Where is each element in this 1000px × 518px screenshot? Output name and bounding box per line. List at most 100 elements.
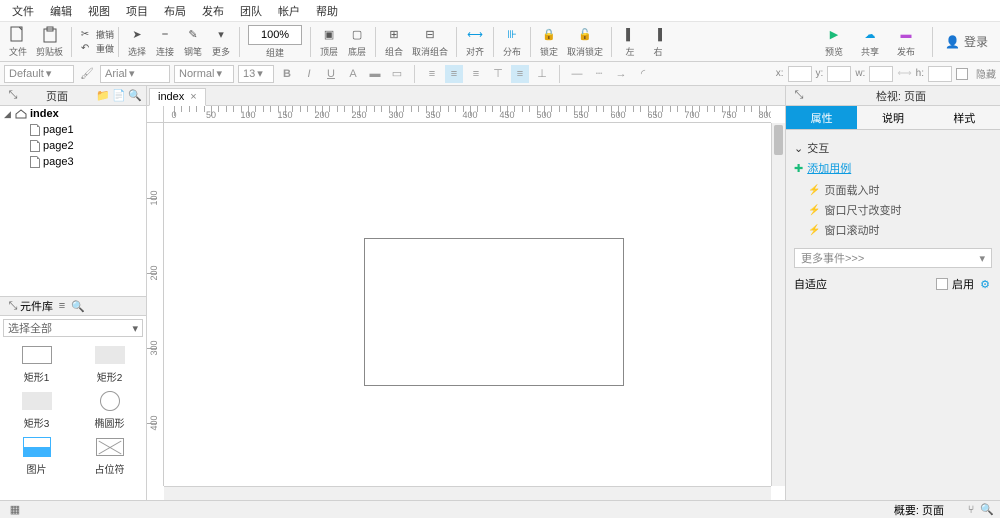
add-page-icon[interactable]: 📄 bbox=[112, 89, 126, 103]
tb-select[interactable]: ➤选择 bbox=[123, 26, 151, 58]
add-folder-icon[interactable]: 📁 bbox=[96, 89, 110, 103]
lib-image[interactable]: 图片 bbox=[0, 436, 73, 476]
filter-icon[interactable]: ⑂ bbox=[964, 503, 978, 517]
paintformat-icon[interactable]: 🖌 bbox=[78, 65, 96, 83]
tab-notes[interactable]: 说明 bbox=[857, 106, 928, 130]
tb-pen[interactable]: ✎钢笔 bbox=[179, 26, 207, 58]
cut-icon[interactable]: ✂ bbox=[76, 28, 94, 42]
tb-lock[interactable]: 🔒锁定 bbox=[535, 26, 563, 58]
tb-file[interactable]: 文件 bbox=[4, 26, 32, 58]
tb-preview[interactable]: ▶预览 bbox=[820, 26, 848, 58]
tb-more[interactable]: ▾更多 bbox=[207, 26, 235, 58]
valign-top-btn[interactable]: ⊤ bbox=[489, 65, 507, 83]
bold-button[interactable]: B bbox=[278, 65, 296, 83]
menu-icon[interactable]: ≡ bbox=[55, 299, 69, 313]
align-center-btn[interactable]: ≡ bbox=[445, 65, 463, 83]
lib-ellipse[interactable]: 椭圆形 bbox=[73, 390, 146, 430]
search-icon[interactable]: 🔍 bbox=[128, 89, 142, 103]
align-right-btn[interactable]: ≡ bbox=[467, 65, 485, 83]
corner-btn[interactable]: ◜ bbox=[634, 65, 652, 83]
tb-share[interactable]: ☁共享 bbox=[856, 26, 884, 58]
menu-view[interactable]: 视图 bbox=[80, 3, 118, 19]
tree-item[interactable]: page2 bbox=[0, 138, 146, 154]
textcolor-button[interactable]: A bbox=[344, 65, 362, 83]
menu-file[interactable]: 文件 bbox=[4, 3, 42, 19]
library-select[interactable]: 选择全部▾ bbox=[3, 319, 143, 337]
add-case-button[interactable]: ✚添加用例 bbox=[794, 160, 992, 176]
collapse-icon[interactable]: ⤡ bbox=[792, 89, 806, 103]
arrow-btn[interactable]: → bbox=[612, 65, 630, 83]
redo-label[interactable]: 重做 bbox=[96, 42, 114, 56]
tree-item[interactable]: page1 bbox=[0, 122, 146, 138]
scrollbar-vertical[interactable] bbox=[771, 123, 785, 486]
scrollbar-horizontal[interactable] bbox=[164, 486, 771, 500]
linewidth-btn[interactable]: — bbox=[568, 65, 586, 83]
linecolor-button[interactable]: ▭ bbox=[388, 65, 406, 83]
menu-project[interactable]: 项目 bbox=[118, 3, 156, 19]
coord-y-input[interactable] bbox=[827, 66, 851, 82]
gear-icon[interactable]: ⚙ bbox=[978, 277, 992, 291]
search-icon[interactable]: 🔍 bbox=[980, 503, 994, 517]
enable-checkbox[interactable] bbox=[936, 278, 948, 290]
coord-w-input[interactable] bbox=[869, 66, 893, 82]
canvas-tab[interactable]: index× bbox=[149, 88, 206, 106]
weight-select[interactable]: Normal▾ bbox=[174, 65, 234, 83]
menu-team[interactable]: 团队 bbox=[232, 3, 270, 19]
canvas-zoom-icon[interactable]: ▦ bbox=[8, 503, 22, 517]
menu-account[interactable]: 帐户 bbox=[270, 3, 308, 19]
tb-align[interactable]: ⟷对齐 bbox=[461, 26, 489, 58]
italic-button[interactable]: I bbox=[300, 65, 318, 83]
fillcolor-button[interactable]: ▬ bbox=[366, 65, 384, 83]
undo-label[interactable]: 撤销 bbox=[96, 28, 114, 42]
shape-rectangle[interactable] bbox=[364, 238, 624, 386]
tb-align-left[interactable]: ▌左 bbox=[616, 26, 644, 58]
style-select[interactable]: Default▾ bbox=[4, 65, 74, 83]
search-icon[interactable]: 🔍 bbox=[71, 299, 85, 313]
tab-properties[interactable]: 属性 bbox=[786, 106, 857, 130]
coord-x-input[interactable] bbox=[788, 66, 812, 82]
font-select[interactable]: Arial▾ bbox=[100, 65, 170, 83]
tb-ungroup[interactable]: ⊟取消组合 bbox=[408, 26, 452, 58]
event-pageload[interactable]: ⚡页面载入时 bbox=[794, 180, 992, 200]
tb-clipboard[interactable]: 剪贴板 bbox=[32, 26, 67, 58]
tb-distribute[interactable]: ⊪分布 bbox=[498, 26, 526, 58]
collapse-icon[interactable]: ⤡ bbox=[6, 89, 20, 103]
valign-mid-btn[interactable]: ≡ bbox=[511, 65, 529, 83]
underline-button[interactable]: U bbox=[322, 65, 340, 83]
lib-placeholder[interactable]: 占位符 bbox=[73, 436, 146, 476]
tb-back[interactable]: ▢底层 bbox=[343, 26, 371, 58]
menu-help[interactable]: 帮助 bbox=[308, 3, 346, 19]
tb-group[interactable]: ⊞组合 bbox=[380, 26, 408, 58]
tree-root[interactable]: ◢ index bbox=[0, 106, 146, 122]
valign-bot-btn[interactable]: ⊥ bbox=[533, 65, 551, 83]
event-resize[interactable]: ⚡窗口尺寸改变时 bbox=[794, 200, 992, 220]
lib-rect3[interactable]: 矩形3 bbox=[0, 390, 73, 430]
collapse-icon[interactable]: ⤡ bbox=[6, 299, 20, 313]
align-left-btn[interactable]: ≡ bbox=[423, 65, 441, 83]
lib-rect2[interactable]: 矩形2 bbox=[73, 344, 146, 384]
tb-front[interactable]: ▣顶层 bbox=[315, 26, 343, 58]
canvas[interactable] bbox=[164, 123, 771, 486]
linestyle-btn[interactable]: ┄ bbox=[590, 65, 608, 83]
menu-publish[interactable]: 发布 bbox=[194, 3, 232, 19]
tb-unlock[interactable]: 🔓取消锁定 bbox=[563, 26, 607, 58]
size-select[interactable]: 13▾ bbox=[238, 65, 274, 83]
section-interaction[interactable]: ⌄交互 bbox=[794, 140, 992, 156]
zoom-input[interactable]: 100% bbox=[248, 25, 302, 45]
lib-rect1[interactable]: 矩形1 bbox=[0, 344, 73, 384]
paste-icon[interactable]: ↶ bbox=[76, 42, 94, 56]
more-events-select[interactable]: 更多事件>>>▾ bbox=[794, 248, 992, 268]
hidden-checkbox[interactable] bbox=[956, 68, 968, 80]
tb-connect[interactable]: ⎯连接 bbox=[151, 26, 179, 58]
coord-h-input[interactable] bbox=[928, 66, 952, 82]
login-button[interactable]: 👤登录 bbox=[945, 33, 988, 50]
menu-layout[interactable]: 布局 bbox=[156, 3, 194, 19]
tree-item[interactable]: page3 bbox=[0, 154, 146, 170]
menu-edit[interactable]: 编辑 bbox=[42, 3, 80, 19]
expand-icon[interactable]: ◢ bbox=[4, 109, 12, 120]
close-tab-icon[interactable]: × bbox=[190, 91, 196, 103]
tb-align-right[interactable]: ▐右 bbox=[644, 26, 672, 58]
tb-publish[interactable]: ▬发布 bbox=[892, 26, 920, 58]
tab-style[interactable]: 样式 bbox=[929, 106, 1000, 130]
event-scroll[interactable]: ⚡窗口滚动时 bbox=[794, 220, 992, 240]
